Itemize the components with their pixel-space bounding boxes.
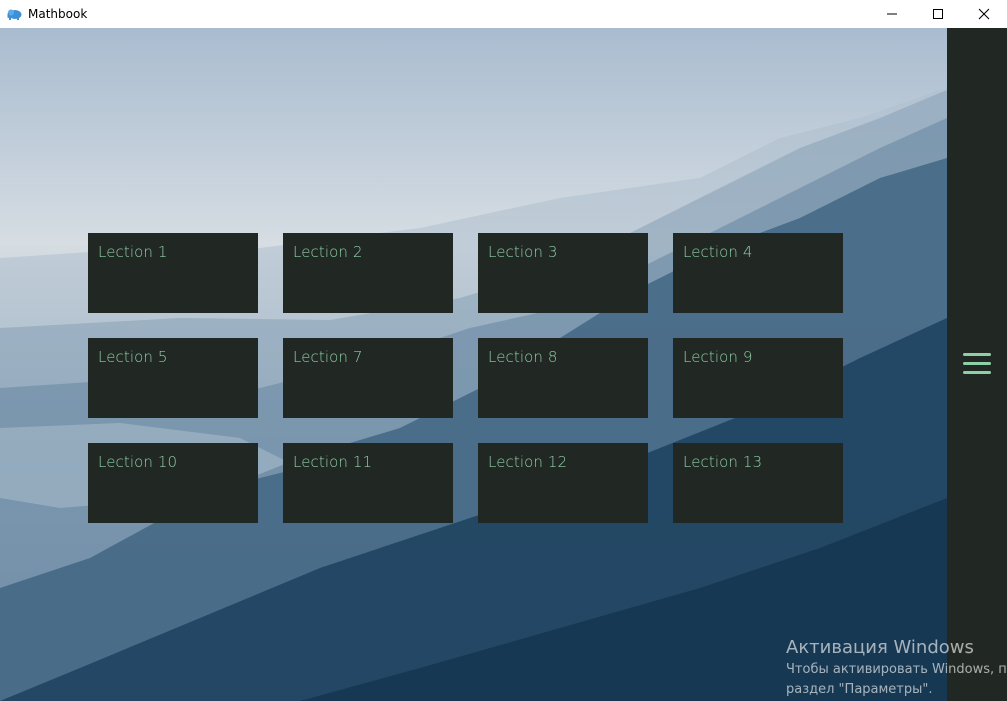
lesson-label: Lection 2 <box>293 243 363 261</box>
lesson-card-2[interactable]: Lection 2 <box>283 233 453 313</box>
lesson-card-12[interactable]: Lection 12 <box>478 443 648 523</box>
lesson-card-4[interactable]: Lection 4 <box>673 233 843 313</box>
lesson-label: Lection 3 <box>488 243 558 261</box>
lesson-card-11[interactable]: Lection 11 <box>283 443 453 523</box>
lesson-label: Lection 5 <box>98 348 168 366</box>
window-controls <box>869 0 1007 28</box>
hamburger-menu-icon <box>963 353 991 356</box>
lesson-card-8[interactable]: Lection 8 <box>478 338 648 418</box>
window-title: Mathbook <box>28 7 88 21</box>
activation-watermark: Активация Windows Чтобы активировать Win… <box>786 636 1007 700</box>
maximize-button[interactable] <box>915 0 961 28</box>
lesson-label: Lection 10 <box>98 453 178 471</box>
lesson-card-13[interactable]: Lection 13 <box>673 443 843 523</box>
maximize-icon <box>932 5 944 24</box>
elephant-icon <box>7 6 23 22</box>
lesson-label: Lection 4 <box>683 243 753 261</box>
lesson-label: Lection 8 <box>488 348 558 366</box>
lesson-label: Lection 13 <box>683 453 763 471</box>
right-sidebar <box>947 28 1007 701</box>
lesson-card-10[interactable]: Lection 10 <box>88 443 258 523</box>
close-button[interactable] <box>961 0 1007 28</box>
lesson-label: Lection 11 <box>293 453 373 471</box>
watermark-line: Чтобы активировать Windows, п <box>786 662 1007 677</box>
lesson-label: Lection 7 <box>293 348 363 366</box>
title-bar[interactable]: Mathbook <box>0 0 1007 28</box>
lesson-grid: Lection 1 Lection 2 Lection 3 Lection 4 … <box>88 233 843 523</box>
lesson-card-1[interactable]: Lection 1 <box>88 233 258 313</box>
app-window: Mathbook Lection 1 Lection 2 Lection 3 L… <box>0 0 1007 701</box>
menu-button[interactable] <box>961 353 993 377</box>
watermark-title: Активация Windows <box>786 637 974 658</box>
lesson-card-9[interactable]: Lection 9 <box>673 338 843 418</box>
lesson-label: Lection 1 <box>98 243 168 261</box>
minimize-button[interactable] <box>869 0 915 28</box>
minimize-icon <box>886 5 898 24</box>
watermark-line: раздел "Параметры". <box>786 682 933 697</box>
lesson-card-5[interactable]: Lection 5 <box>88 338 258 418</box>
lesson-card-3[interactable]: Lection 3 <box>478 233 648 313</box>
lesson-label: Lection 9 <box>683 348 753 366</box>
lesson-label: Lection 12 <box>488 453 568 471</box>
close-icon <box>978 5 990 24</box>
content-area: Lection 1 Lection 2 Lection 3 Lection 4 … <box>0 28 947 701</box>
lesson-card-7[interactable]: Lection 7 <box>283 338 453 418</box>
